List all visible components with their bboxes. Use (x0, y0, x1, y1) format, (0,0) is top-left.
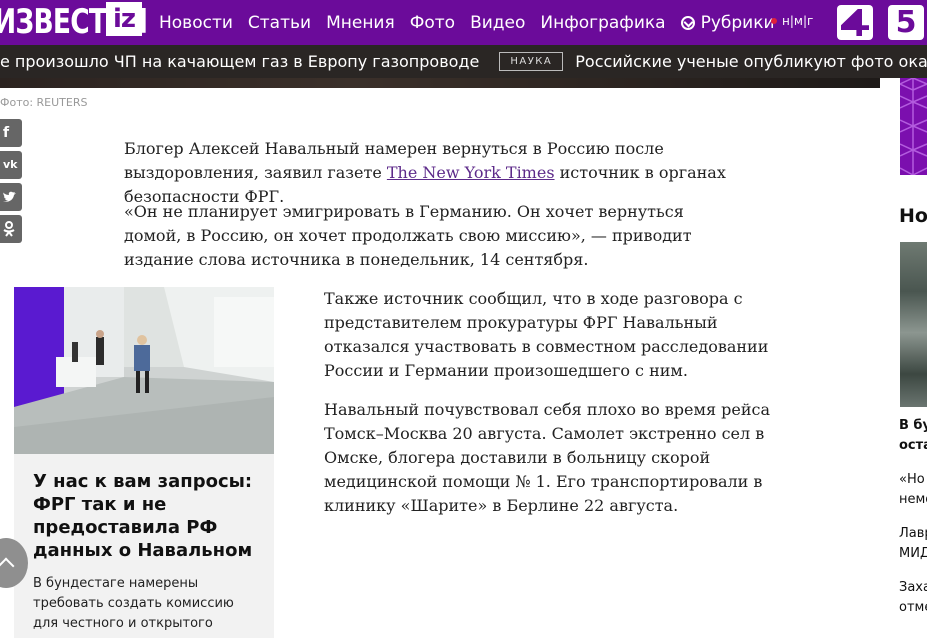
nav-item-infographics[interactable]: Инфографика (540, 13, 665, 33)
related-article-title[interactable]: У нас к вам запросы: ФРГ так и не предос… (33, 470, 263, 562)
ticker-headline[interactable]: Российские ученые опубликуют фото окамен… (575, 52, 927, 71)
facebook-icon: f (3, 125, 10, 141)
article-paragraph-2: «Он не планирует эмигрировать в Германию… (124, 202, 692, 269)
nav-item-opinions[interactable]: Мнения (326, 13, 395, 33)
channel-ren-tv-logo[interactable] (837, 5, 873, 40)
nyt-link[interactable]: The New York Times (387, 163, 555, 182)
right-column-heading: Но (899, 205, 927, 227)
article-paragraph-4: Навальный почувствовал себя плохо во вре… (324, 400, 770, 515)
right-column-top-news[interactable]: В бу (899, 416, 927, 436)
nmg-label: н|м|г (782, 14, 814, 28)
main-nav: Новости Статьи Мнения Фото Видео Инфогра… (159, 0, 790, 45)
right-column-top-news[interactable]: оста (899, 436, 927, 456)
nav-item-photo[interactable]: Фото (410, 13, 455, 33)
nav-item-video[interactable]: Видео (470, 13, 525, 33)
iz-logo-badge[interactable]: iz (106, 2, 142, 36)
related-article-card[interactable]: У нас к вам запросы: ФРГ так и не предос… (14, 454, 274, 638)
ren-tv-four-icon (841, 9, 869, 36)
right-column-news-item[interactable]: Заха (899, 578, 927, 598)
nav-item-articles[interactable]: Статьи (248, 13, 311, 33)
ticker-category-tag: НАУКА (499, 52, 564, 71)
nmg-dot-icon (771, 18, 777, 24)
nmg-link[interactable]: н|м|г (771, 14, 813, 28)
facebook-share-button[interactable]: f (0, 119, 22, 147)
chevron-circle-icon (680, 15, 695, 30)
article-paragraph-3: Также источник сообщил, что в ходе разго… (324, 289, 769, 380)
related-article-description: В бундестаге намерены требовать создать … (33, 576, 234, 631)
right-column-news-item[interactable]: отме (899, 598, 927, 618)
news-ticker: е произошло ЧП на качающем газ в Европу … (0, 45, 927, 78)
vk-icon: vk (3, 158, 18, 171)
right-column-news-item[interactable]: МИД (899, 544, 927, 564)
related-article-image[interactable] (14, 287, 274, 454)
promo-banner-pattern[interactable] (900, 78, 927, 175)
right-column-news-item[interactable]: немо (899, 490, 927, 510)
nav-item-rubrics[interactable]: Рубрики (680, 12, 775, 33)
odnoklassniki-share-button[interactable] (0, 215, 22, 243)
nav-item-news[interactable]: Новости (159, 13, 233, 33)
vk-share-button[interactable]: vk (0, 151, 22, 179)
ticker-headline[interactable]: е произошло ЧП на качающем газ в Европу … (0, 52, 479, 71)
hero-image-bottom (0, 78, 880, 88)
odnoklassniki-icon (3, 221, 15, 237)
right-column-news-image[interactable] (900, 242, 927, 407)
twitter-bird-icon (3, 191, 16, 202)
twitter-share-button[interactable] (0, 183, 22, 211)
channel-5-logo[interactable]: 5 (888, 5, 924, 40)
right-column-news-item[interactable]: Лавр (899, 524, 927, 544)
photo-credit: Фото: REUTERS (0, 96, 88, 109)
rubrics-label: Рубрики (700, 12, 775, 33)
top-navigation-bar: ИЗВЕСТИЯ iz Новости Статьи Мнения Фото В… (0, 0, 927, 45)
article-paragraph-1: Блогер Алексей Навальный намерен вернуть… (124, 137, 784, 209)
right-column-news-item[interactable]: «Но (899, 470, 925, 490)
